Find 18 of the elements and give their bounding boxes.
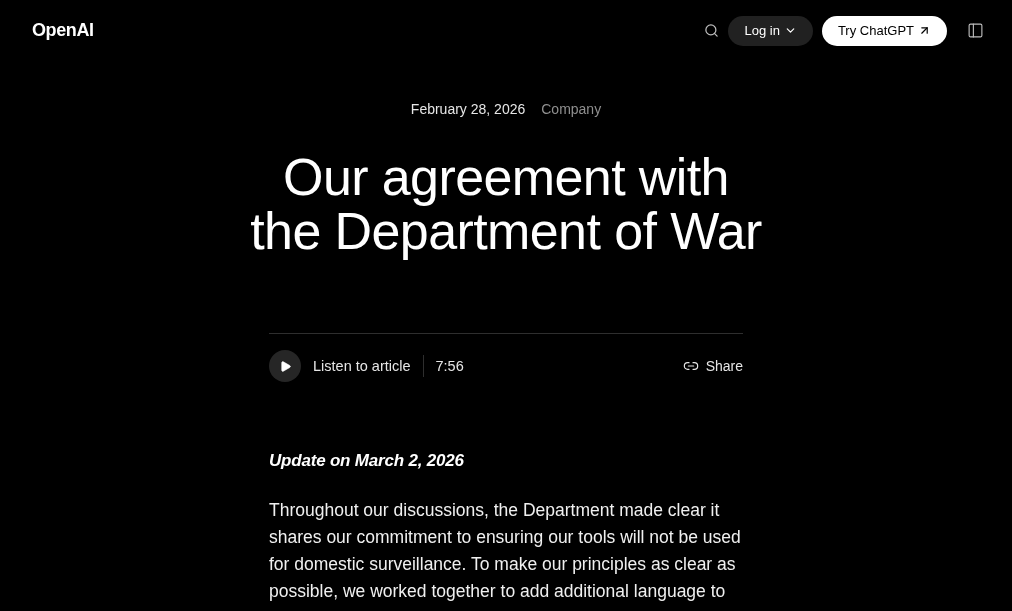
- listen-label: Listen to article: [313, 358, 411, 374]
- play-button[interactable]: [269, 350, 301, 382]
- category-link[interactable]: Company: [541, 100, 602, 118]
- audio-duration: 7:56: [435, 358, 464, 374]
- body-paragraph: Throughout our discussions, the Department made clear it shares our commitment to ensuring our tools will not be used for domestic surveillance. To make our principles as clear as possible, we worked together to add additional language to: [269, 499, 742, 603]
- article-title: Our agreement with the Department of War: [249, 150, 763, 258]
- sidebar-toggle-button[interactable]: [967, 22, 984, 39]
- login-button[interactable]: Log in: [728, 15, 813, 46]
- search-button[interactable]: [704, 23, 720, 38]
- arrow-up-right-icon: [918, 24, 931, 37]
- search-icon: [704, 23, 720, 38]
- publish-date: February 28, 2026: [410, 100, 526, 118]
- sidebar-panel-icon: [967, 22, 984, 39]
- play-icon: [278, 359, 292, 373]
- update-note: Update on March 2, 2026: [269, 450, 465, 472]
- share-button[interactable]: Share: [682, 358, 743, 374]
- logo-text[interactable]: OpenAI: [32, 20, 94, 41]
- try-chatgpt-button[interactable]: Try ChatGPT: [821, 15, 947, 46]
